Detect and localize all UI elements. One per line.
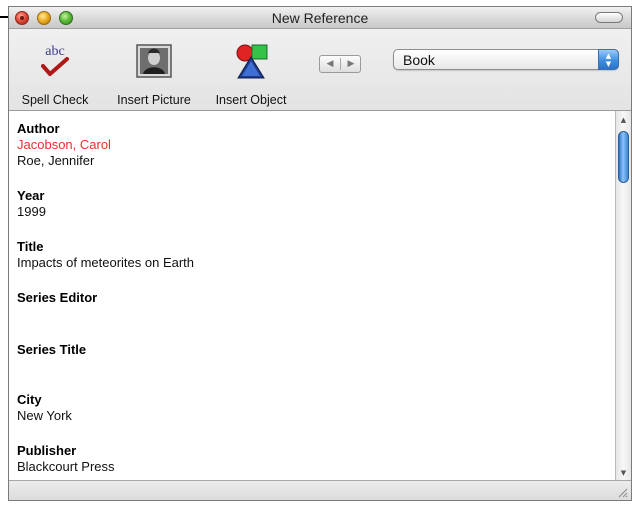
scroll-up-icon[interactable]: ▲ [616, 113, 631, 127]
resize-grip-icon[interactable] [616, 486, 628, 498]
field-publisher: Publisher Blackcourt Press [17, 443, 115, 475]
title-bar[interactable]: New Reference [9, 7, 631, 29]
field-value[interactable]: Jacobson, Carol [17, 137, 111, 153]
previous-arrow-icon[interactable]: ◀ [320, 56, 340, 72]
insert-picture-button[interactable]: Insert Picture [105, 29, 203, 109]
field-label: Publisher [17, 443, 77, 458]
reference-type-value: Book [403, 52, 435, 68]
insert-picture-label: Insert Picture [117, 93, 191, 107]
field-title: Title Impacts of meteorites on Earth [17, 239, 194, 271]
field-year: Year 1999 [17, 188, 46, 220]
spell-check-icon: abc [41, 44, 69, 76]
spell-check-button[interactable]: abc Spell Check [15, 29, 95, 109]
spell-check-label: Spell Check [21, 93, 89, 107]
insert-object-icon [236, 44, 268, 79]
insert-picture-icon [136, 44, 172, 78]
svg-text:abc: abc [45, 44, 64, 59]
toolbar-toggle-button[interactable] [595, 12, 623, 23]
field-label: Year [17, 188, 45, 203]
reference-fields-panel: Author Jacobson, Carol Roe, Jennifer Yea… [9, 111, 615, 480]
insert-object-label: Insert Object [215, 93, 287, 107]
field-value[interactable]: New York [17, 408, 72, 424]
window-title: New Reference [271, 10, 369, 26]
field-value[interactable]: Blackcourt Press [17, 459, 115, 475]
field-value[interactable]: Roe, Jennifer [17, 153, 111, 169]
field-value[interactable]: 1999 [17, 204, 46, 220]
field-label: Author [17, 121, 60, 136]
field-series-title[interactable]: Series Title [17, 342, 86, 358]
select-stepper-icon[interactable]: ▲ ▼ [598, 49, 619, 70]
insert-object-button[interactable]: Insert Object [205, 29, 297, 109]
new-reference-window: New Reference abc Spell Check Insert Pic… [8, 6, 632, 501]
field-label: City [17, 392, 42, 407]
record-navigation: ◀ ▶ [319, 55, 361, 73]
status-bar [9, 480, 631, 500]
scroll-thumb[interactable] [618, 131, 629, 183]
reference-type-select[interactable]: Book ▲ ▼ [393, 49, 619, 70]
field-city: City New York [17, 392, 72, 424]
toolbar: abc Spell Check Insert Picture Insert Ob… [9, 29, 631, 111]
field-label: Series Editor [17, 290, 98, 305]
field-author: Author Jacobson, Carol Roe, Jennifer [17, 121, 111, 169]
field-label: Title [17, 239, 44, 254]
field-series-editor[interactable]: Series Editor [17, 290, 97, 306]
field-value[interactable]: Impacts of meteorites on Earth [17, 255, 194, 271]
next-arrow-icon[interactable]: ▶ [341, 56, 361, 72]
field-label: Series Title [17, 342, 87, 357]
scroll-down-icon[interactable]: ▼ [616, 466, 631, 480]
vertical-scrollbar[interactable]: ▲ ▼ [615, 111, 631, 480]
